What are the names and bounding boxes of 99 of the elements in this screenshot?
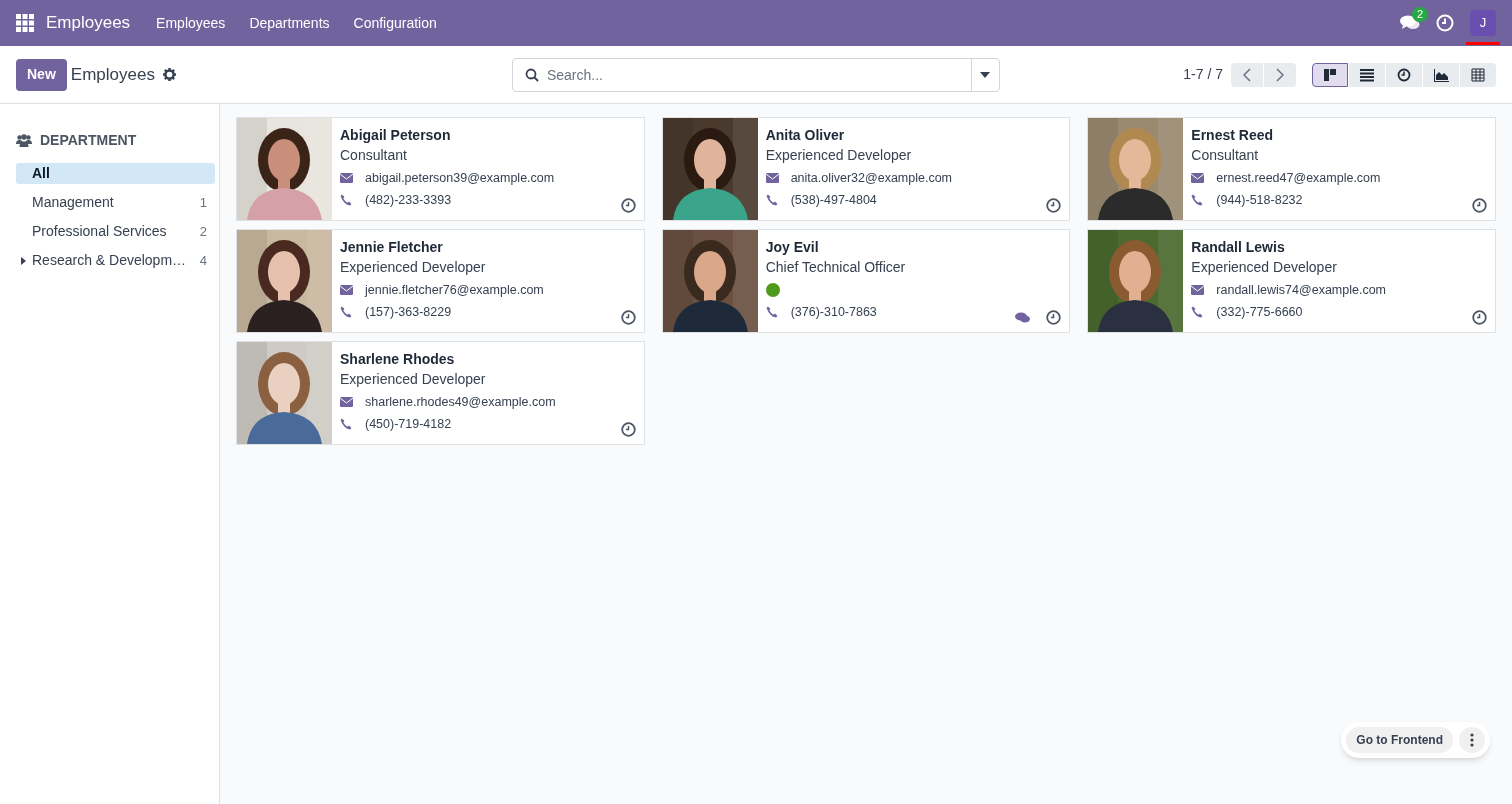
employee-card[interactable]: Randall Lewis Experienced Developer randall.lewis74@example.com (332)-775-6660 [1087, 229, 1496, 333]
employee-name: Randall Lewis [1191, 238, 1286, 257]
search-field[interactable]: Search... [511, 57, 1000, 92]
clock-icon[interactable] [620, 198, 636, 213]
users-icon [16, 134, 32, 147]
chevron-left-icon [1243, 67, 1251, 82]
view-button[interactable] [1349, 62, 1385, 87]
phone-number: (157)-363-8229 [365, 304, 452, 321]
clock-icon[interactable] [620, 310, 636, 325]
employee-name: Sharlene Rhodes [340, 350, 456, 369]
message-count-badge: 2 [1412, 7, 1429, 22]
sidebar-item[interactable]: Professional Services 2 [16, 221, 215, 242]
area-chart-icon [1433, 67, 1449, 82]
employee-name: Joy Evil [765, 238, 820, 257]
count: 1 [199, 193, 207, 212]
employee-card[interactable]: Ernest Reed Consultant ernest.reed47@example.com (944)-518-8232 [1087, 117, 1496, 221]
job-title: Experienced Developer [1191, 258, 1338, 277]
gear-icon[interactable] [162, 68, 176, 81]
view-button[interactable] [1312, 62, 1348, 87]
envelope-icon [340, 173, 353, 183]
employee-card[interactable]: Jennie Fletcher Experienced Developer jennie.fletcher76@example.com (157)-363-8229 [236, 229, 645, 333]
sidebar-item-label: Research & Developm… [32, 251, 188, 270]
employee-card[interactable]: Joy Evil Chief Technical Officer (376)-310-7863 [661, 229, 1071, 333]
employee-name: Abigail Peterson [340, 126, 452, 145]
kebab-menu-icon [1470, 733, 1474, 747]
phone-icon [340, 306, 352, 318]
employee-name: Ernest Reed [1191, 126, 1275, 145]
chevron-right-icon [1276, 67, 1284, 82]
list-view-icon [1359, 67, 1375, 82]
phone-icon [340, 418, 352, 430]
employee-name: Jennie Fletcher [340, 238, 444, 257]
envelope-icon [765, 173, 779, 183]
phone-number: (332)-775-6660 [1216, 304, 1303, 321]
clock-icon[interactable] [1046, 198, 1062, 213]
sidebar-item[interactable]: Management 1 [16, 192, 215, 213]
job-title: Consultant [1191, 146, 1260, 165]
more-button[interactable] [1459, 727, 1485, 753]
phone-number: (944)-518-8232 [1216, 192, 1303, 209]
count: 4 [199, 251, 207, 270]
section-heading: DEPARTMENT [40, 131, 137, 150]
phone-number: (538)-497-4804 [790, 192, 877, 209]
sidebar-item-label: Professional Services [32, 222, 168, 241]
sidebar-item-label: All [32, 164, 51, 183]
count: 2 [199, 222, 207, 241]
email-address: sharlene.rhodes49@example.com [365, 394, 556, 411]
job-title: Chief Technical Officer [765, 258, 907, 277]
job-title: Experienced Developer [340, 258, 487, 277]
phone-icon [765, 194, 778, 206]
view-button[interactable] [1460, 62, 1496, 87]
phone-icon [1191, 306, 1204, 318]
phone-number: (450)-719-4182 [365, 416, 452, 433]
kanban-view-icon [1322, 67, 1338, 82]
email-address: ernest.reed47@example.com [1216, 170, 1381, 187]
view-button[interactable] [1423, 62, 1459, 87]
underline-mark [1466, 42, 1500, 45]
clock-icon[interactable] [1472, 310, 1487, 325]
apps-menu-icon[interactable] [16, 14, 34, 32]
menu-item[interactable]: Departments [239, 12, 340, 34]
job-title: Experienced Developer [765, 146, 913, 165]
menu-item[interactable]: Configuration [343, 12, 447, 34]
app-name[interactable]: Employees [46, 10, 131, 36]
search-input[interactable]: Search... [546, 58, 971, 91]
clock-icon [1396, 67, 1412, 82]
caret-right-icon[interactable] [21, 256, 27, 265]
email-address: jennie.fletcher76@example.com [365, 282, 544, 299]
job-title: Experienced Developer [340, 370, 487, 389]
employee-card[interactable]: Sharlene Rhodes Experienced Developer sharlene.rhodes49@example.com (450)-719-4182 [236, 341, 645, 445]
user-avatar[interactable]: J [1470, 10, 1496, 36]
new-button[interactable]: New [16, 58, 67, 91]
email-address: anita.oliver32@example.com [790, 170, 953, 187]
employee-name: Anita Oliver [765, 126, 846, 145]
envelope-icon [1191, 285, 1205, 295]
email-address: abigail.peterson39@example.com [365, 170, 555, 187]
clock-icon[interactable] [1472, 198, 1487, 213]
phone-icon [1191, 194, 1204, 206]
table-icon [1470, 67, 1486, 82]
view-button[interactable] [1386, 62, 1422, 87]
pager-value: 1-7 / 7 [1183, 65, 1223, 84]
envelope-icon [1191, 173, 1205, 183]
phone-number: (482)-233-3393 [365, 192, 452, 209]
envelope-icon [340, 397, 353, 407]
page-title: Employees [70, 63, 155, 86]
envelope-icon [340, 285, 353, 295]
clock-icon[interactable] [1046, 310, 1062, 325]
sidebar-item-label: Management [32, 193, 115, 212]
job-title: Consultant [340, 146, 408, 165]
menu-item[interactable]: Employees [146, 12, 236, 34]
sidebar-item[interactable]: Research & Developm… 4 [16, 250, 215, 271]
phone-icon [340, 194, 352, 206]
phone-number: (376)-310-7863 [790, 304, 877, 321]
caret-down-icon[interactable] [980, 71, 991, 78]
go-to-frontend-button[interactable]: Go to Frontend [1346, 727, 1453, 753]
sidebar-item[interactable]: All [16, 163, 215, 184]
clock-icon[interactable] [620, 422, 636, 437]
email-address: randall.lewis74@example.com [1216, 282, 1387, 299]
employee-card[interactable]: Anita Oliver Experienced Developer anita.oliver32@example.com (538)-497-4804 [661, 117, 1071, 221]
employee-card[interactable]: Abigail Peterson Consultant abigail.peterson39@example.com (482)-233-3393 [236, 117, 645, 221]
phone-icon [765, 306, 778, 318]
search-icon [524, 67, 539, 82]
